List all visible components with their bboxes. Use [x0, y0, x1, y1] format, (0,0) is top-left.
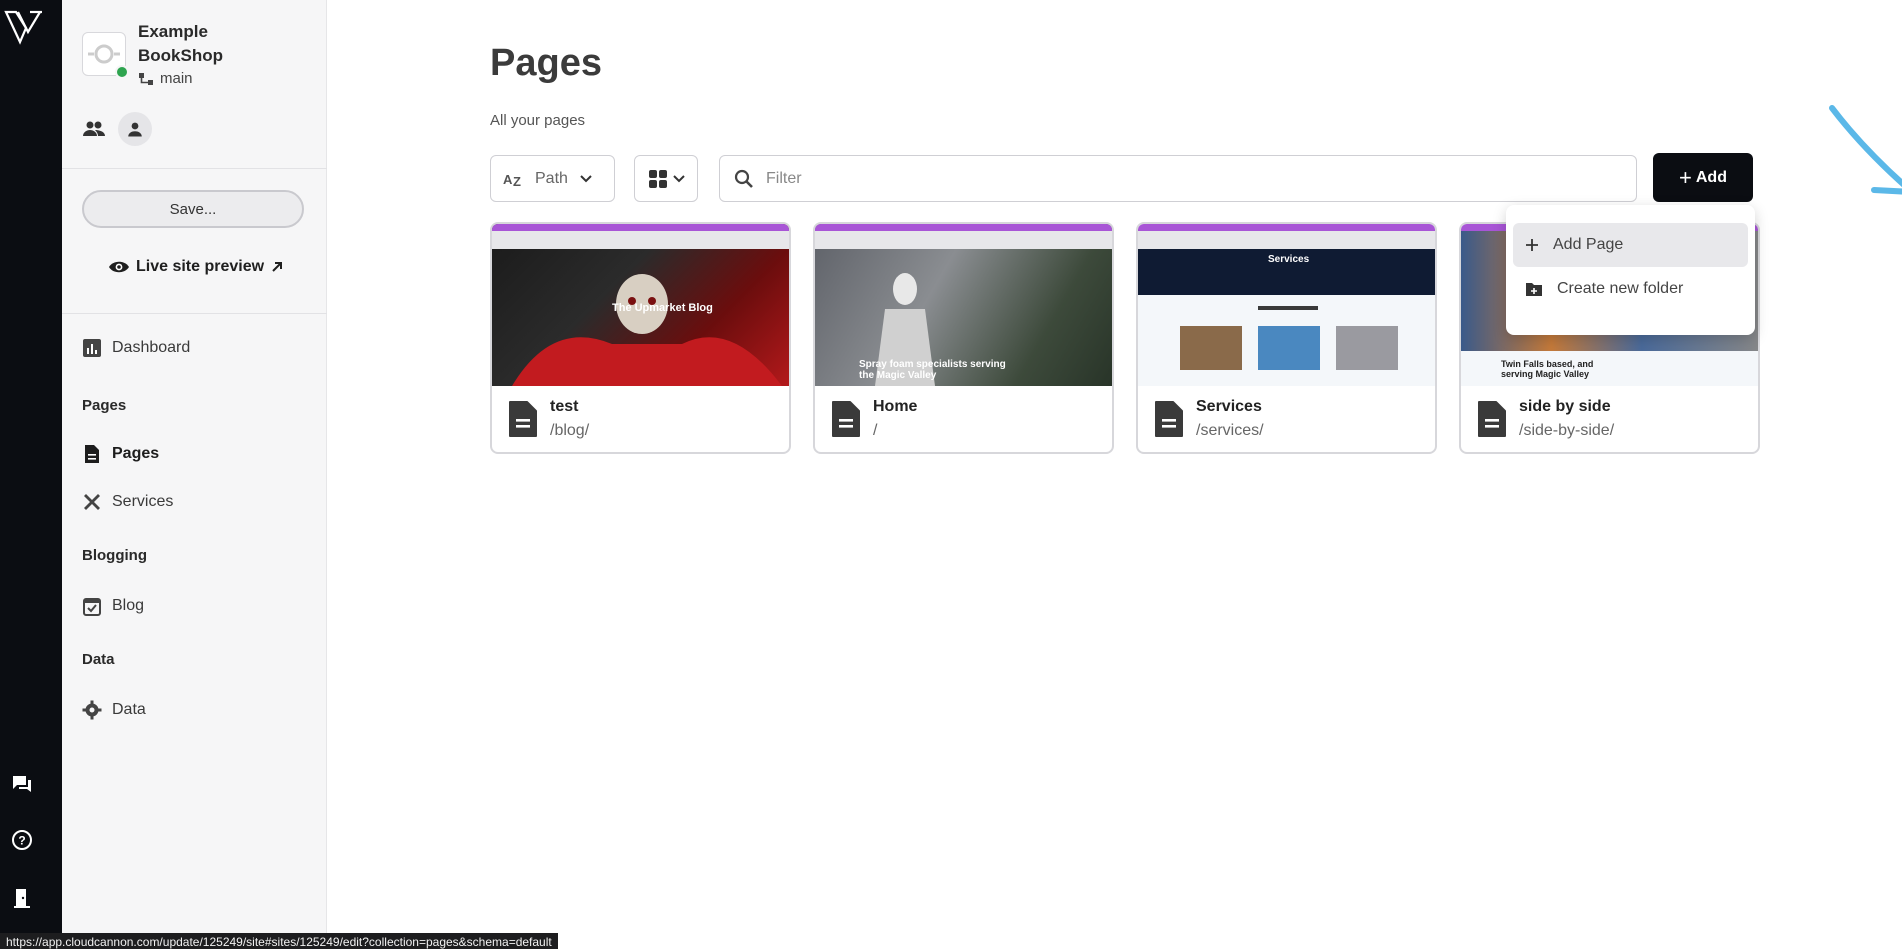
add-label: Add	[1695, 168, 1727, 186]
status-url-bar: https://app.cloudcannon.com/update/12524…	[0, 933, 558, 949]
sidebar-item-data[interactable]: Data	[82, 700, 146, 720]
document-icon	[832, 401, 860, 437]
group-icon[interactable]	[82, 117, 106, 141]
sort-select[interactable]: A Z Path	[490, 155, 615, 202]
document-icon	[1155, 401, 1183, 437]
left-rail: ?	[0, 0, 62, 949]
sidebar-item-services[interactable]: Services	[82, 492, 173, 512]
save-button[interactable]: Save...	[82, 190, 304, 228]
user-avatar[interactable]	[118, 112, 152, 146]
grid-view-icon	[648, 169, 667, 188]
calendar-check-icon	[83, 598, 101, 616]
page-card-title: test	[550, 398, 579, 415]
eye-icon	[109, 261, 129, 273]
tools-icon	[84, 494, 100, 510]
page-thumbnail: Spray foam specialists serving the Magic…	[815, 224, 1112, 386]
page-thumbnail: Services	[1138, 224, 1435, 386]
svg-text:?: ?	[18, 834, 25, 848]
sidebar-divider	[62, 313, 327, 314]
thumbnail-illustration	[512, 274, 782, 386]
menu-item-label: Add Page	[1553, 236, 1624, 253]
page-card-path: /side-by-side/	[1519, 422, 1615, 439]
thumbnail-caption: Twin Falls based, and serving Magic Vall…	[1501, 359, 1594, 379]
page-card-path: /services/	[1196, 422, 1264, 439]
live-site-preview-link[interactable]: Live site preview	[102, 258, 290, 276]
thumbnail-caption: The Upmarket Blog	[612, 302, 713, 314]
search-icon	[734, 169, 753, 188]
sidebar-item-label: Blog	[112, 597, 145, 614]
external-arrow-icon	[272, 262, 283, 272]
branch-selector[interactable]: main	[138, 70, 278, 87]
page-thumbnail: The Upmarket Blog	[492, 224, 789, 386]
page-card[interactable]: The Upmarket Blog test /blog/	[490, 222, 791, 454]
sidebar-item-label: Pages	[112, 445, 160, 462]
sidebar-item-pages[interactable]: Pages	[82, 444, 159, 464]
page-card[interactable]: Spray foam specialists serving the Magic…	[813, 222, 1114, 454]
exit-door-icon[interactable]	[10, 886, 34, 910]
page-card-title: Home	[873, 398, 918, 415]
branch-icon	[139, 72, 153, 85]
chevron-down-icon	[672, 174, 685, 182]
thumbnail-caption: Spray foam specialists serving the Magic…	[859, 359, 1006, 381]
site-avatar	[82, 32, 129, 79]
thumbnail-caption: Services	[1268, 254, 1310, 265]
add-button[interactable]: + Add	[1653, 153, 1753, 202]
chevron-down-icon	[580, 174, 592, 182]
sidebar: Example BookShop main Save... Live site …	[62, 0, 327, 949]
live-site-preview-label: Live site preview	[136, 258, 265, 275]
main-content: Pages All your pages A Z Path Filter + A…	[327, 0, 1902, 949]
sidebar-item-blog[interactable]: Blog	[82, 596, 144, 616]
view-mode-select[interactable]	[634, 155, 698, 202]
section-heading-blogging: Blogging	[82, 547, 147, 564]
thumbnail-illustration	[1180, 306, 1398, 370]
page-card-path: /	[873, 422, 878, 439]
chat-icon[interactable]	[10, 772, 34, 796]
sort-az-icon: A Z	[503, 172, 521, 188]
annotation-arrow-icon	[1829, 105, 1902, 195]
site-status-ok-icon	[115, 65, 129, 79]
sidebar-item-label: Data	[112, 701, 146, 718]
page-subtitle: All your pages	[490, 112, 586, 129]
section-heading-data: Data	[82, 651, 115, 668]
page-card-title: Services	[1196, 398, 1262, 415]
sidebar-item-label: Services	[112, 493, 174, 510]
page-card-path: /blog/	[550, 422, 590, 439]
sidebar-item-dashboard[interactable]: Dashboard	[82, 338, 190, 358]
gear-icon	[82, 700, 102, 720]
person-icon	[128, 122, 142, 137]
menu-item-create-folder[interactable]: Create new folder	[1513, 267, 1748, 311]
app-logo-icon[interactable]	[4, 8, 44, 48]
collaborators	[82, 112, 152, 146]
folder-add-icon	[1526, 283, 1542, 296]
section-heading-pages: Pages	[82, 397, 127, 414]
page-card[interactable]: Services Services /services/	[1136, 222, 1437, 454]
menu-item-add-page[interactable]: Add Page	[1513, 223, 1748, 267]
menu-item-label: Create new folder	[1557, 280, 1684, 297]
site-switcher[interactable]: Example BookShop main	[82, 20, 278, 87]
sidebar-divider	[62, 168, 327, 169]
document-icon	[85, 445, 99, 463]
dashboard-icon	[83, 339, 101, 357]
filter-field	[719, 155, 1637, 202]
add-dropdown-menu: Add Page Create new folder	[1506, 205, 1755, 335]
page-card-title: side by side	[1519, 398, 1611, 415]
document-icon	[509, 401, 537, 437]
document-icon	[1478, 401, 1506, 437]
app: ? Example BookShop main Save... Live sit…	[0, 0, 1902, 949]
sort-label: Path	[535, 169, 568, 187]
svg-text:A: A	[503, 172, 513, 187]
help-icon[interactable]: ?	[10, 828, 34, 852]
plus-icon	[1526, 239, 1538, 251]
svg-text:Z: Z	[513, 174, 521, 188]
branch-name: main	[160, 70, 193, 87]
plus-icon: +	[1679, 164, 1692, 190]
page-title: Pages	[490, 42, 602, 84]
sidebar-item-label: Dashboard	[112, 339, 191, 356]
site-name: Example BookShop	[138, 22, 223, 65]
filter-input[interactable]	[766, 169, 1566, 188]
